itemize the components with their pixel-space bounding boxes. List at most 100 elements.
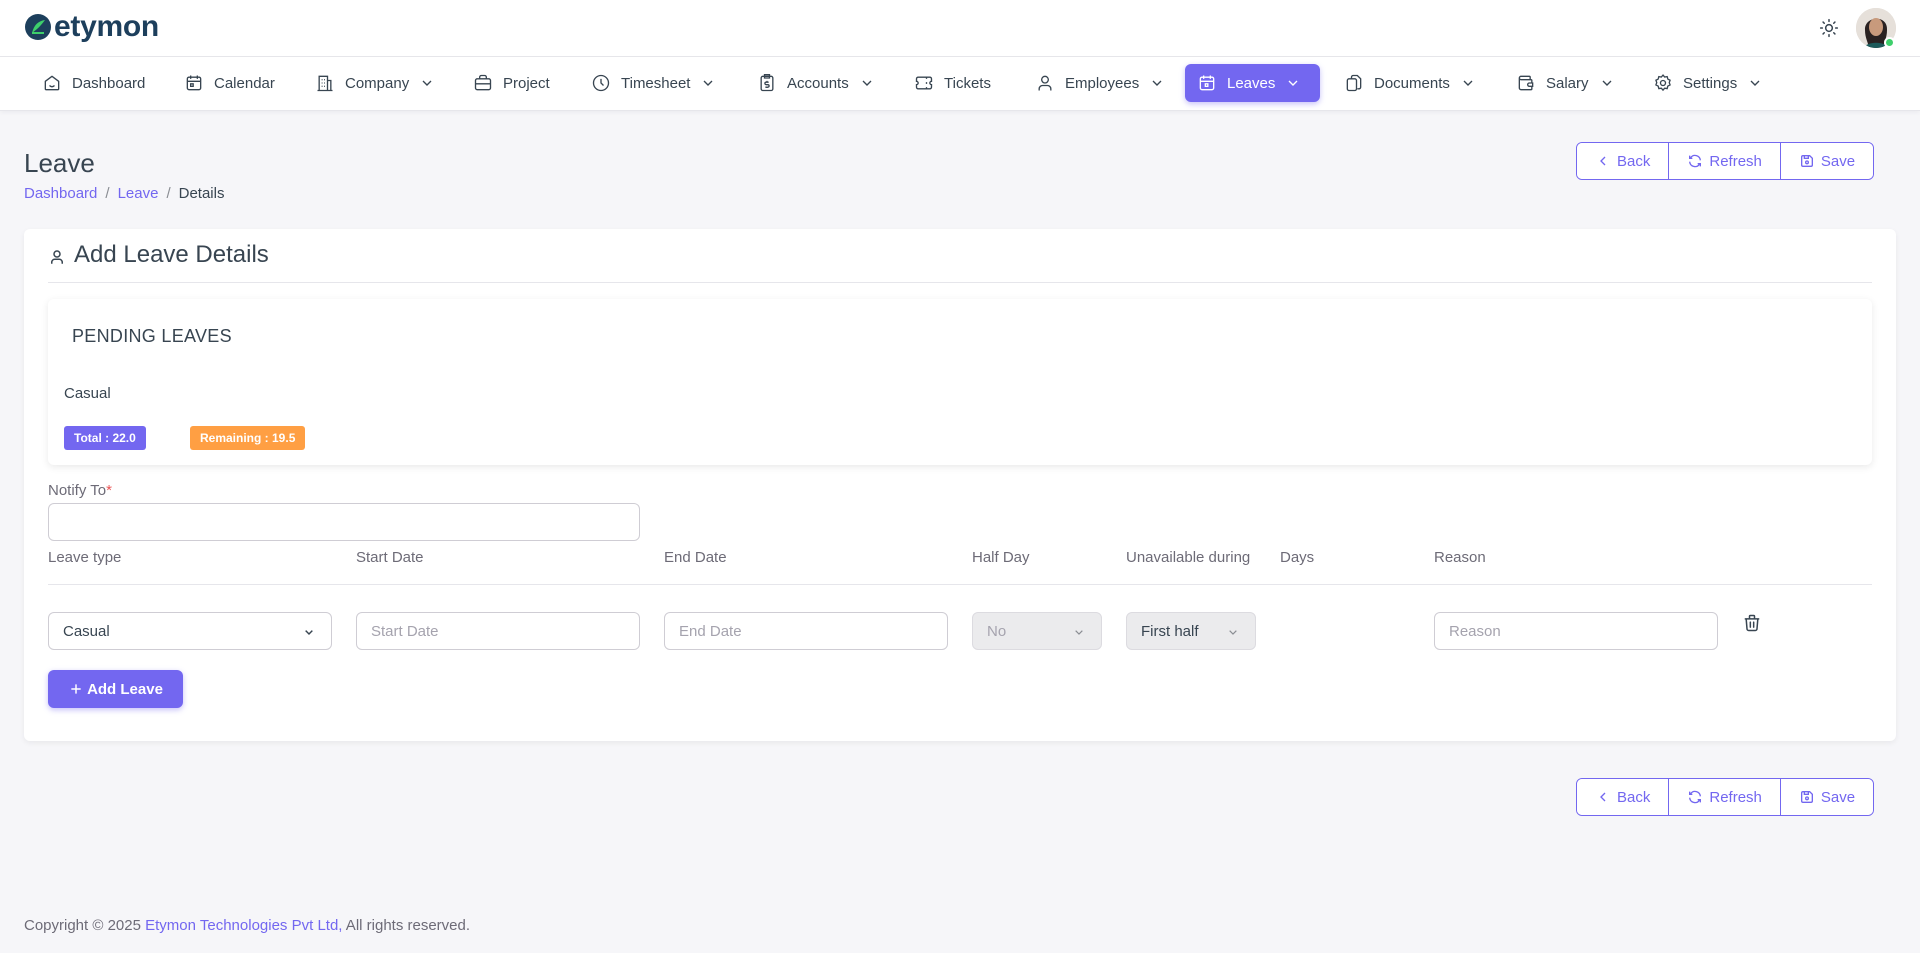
wallet-icon: [1518, 75, 1534, 91]
footer: Copyright © 2025 Etymon Technologies Pvt…: [24, 917, 470, 934]
refresh-button[interactable]: Refresh: [1669, 143, 1781, 179]
nav-label: Timesheet: [621, 74, 691, 92]
chevron-down-icon: [1602, 80, 1612, 86]
nav-item-dashboard[interactable]: Dashboard: [30, 64, 157, 102]
required-mark: *: [106, 482, 112, 499]
logo-icon: [25, 14, 51, 40]
footer-prefix: Copyright © 2025: [24, 917, 146, 934]
nav-item-settings[interactable]: Settings: [1641, 64, 1775, 102]
unavailable-during-value: First half: [1141, 622, 1199, 640]
nav-item-timesheet[interactable]: Timesheet: [579, 64, 728, 102]
notify-to-input[interactable]: [48, 503, 640, 541]
chevron-down-icon: [862, 80, 872, 86]
nav-item-salary[interactable]: Salary: [1504, 64, 1627, 102]
chevron-down-icon: [1075, 630, 1083, 635]
divider: [48, 584, 1872, 585]
online-status-indicator: [1884, 37, 1895, 48]
reason-placeholder: Reason: [1449, 622, 1501, 640]
breadcrumb-separator: /: [105, 185, 110, 202]
chevron-down-icon: [305, 630, 313, 636]
plus-icon: [71, 684, 81, 694]
nav-label: Dashboard: [72, 74, 146, 92]
chevron-down-icon: [704, 80, 713, 86]
save-label: Save: [1820, 152, 1856, 170]
nav-label: Company: [345, 74, 410, 92]
back-button[interactable]: Back: [1577, 779, 1670, 815]
nav-item-documents[interactable]: Documents: [1332, 64, 1488, 102]
end-date-input[interactable]: End Date: [664, 612, 948, 650]
nav-label: Accounts: [787, 74, 849, 92]
refresh-icon: [1689, 790, 1702, 804]
leave-details-card: Add Leave Details PENDING LEAVES Casual …: [24, 229, 1896, 741]
footer-suffix: All rights reserved.: [342, 917, 471, 934]
nav-item-calendar[interactable]: Calendar: [172, 64, 287, 102]
column-header-start-date: Start Date: [356, 549, 424, 566]
back-label: Back: [1617, 152, 1651, 170]
unavailable-during-select[interactable]: First half: [1126, 612, 1256, 650]
breadcrumb-dashboard-link[interactable]: Dashboard: [24, 185, 97, 202]
column-header-unavailable-during: Unavailable during: [1126, 549, 1251, 566]
remaining-badge: Remaining : 19.5: [190, 426, 306, 450]
breadcrumb-leave-link[interactable]: Leave: [118, 185, 159, 202]
nav-item-employees[interactable]: Employees: [1023, 64, 1177, 102]
device-floppy-icon: [1800, 791, 1813, 803]
breadcrumb-separator: /: [166, 185, 171, 202]
calendar-event-icon: [186, 75, 202, 91]
column-header-days: Days: [1280, 549, 1315, 566]
trash-icon[interactable]: [1742, 613, 1762, 633]
breadcrumb: Dashboard / Leave / Details: [24, 185, 224, 202]
leave-type-select[interactable]: Casual: [48, 612, 332, 650]
chevron-down-icon: [1152, 80, 1162, 86]
page-title: Leave: [24, 148, 95, 178]
chevron-down-icon: [1288, 80, 1298, 86]
nav-label: Leaves: [1227, 74, 1276, 92]
ticket-icon: [915, 76, 933, 90]
chevron-left-icon: [1600, 156, 1606, 166]
start-date-input[interactable]: Start Date: [356, 612, 640, 650]
save-label: Save: [1820, 788, 1856, 806]
leave-type-name: Casual: [64, 385, 111, 402]
pending-leaves-panel: PENDING LEAVES Casual Total : 22.0 Remai…: [48, 299, 1872, 465]
nav-item-company[interactable]: Company: [303, 64, 447, 102]
chevron-down-icon: [1750, 80, 1760, 86]
nav-item-accounts[interactable]: Accounts: [745, 64, 887, 102]
logo[interactable]: etymon: [24, 12, 159, 42]
nav-item-project[interactable]: Project: [461, 64, 562, 102]
back-button[interactable]: Back: [1577, 143, 1670, 179]
company-link[interactable]: Etymon Technologies Pvt Ltd,: [145, 917, 342, 934]
reason-input[interactable]: Reason: [1434, 612, 1718, 650]
notify-to-label-text: Notify To: [48, 482, 107, 499]
refresh-button[interactable]: Refresh: [1669, 779, 1781, 815]
theme-toggle-button[interactable]: [1817, 16, 1841, 40]
add-leave-button[interactable]: Add Leave: [48, 670, 183, 708]
chevron-down-icon: [1463, 80, 1473, 86]
column-header-end-date: End Date: [664, 549, 727, 566]
half-day-value: No: [987, 622, 1007, 640]
chevron-left-icon: [1600, 792, 1606, 802]
main-nav: Dashboard Calendar Company Project Times…: [0, 57, 1920, 111]
top-action-buttons: Back Refresh Save: [1576, 142, 1875, 180]
half-day-select[interactable]: No: [972, 612, 1102, 650]
leave-type-value: Casual: [63, 622, 110, 640]
refresh-icon: [1689, 154, 1702, 168]
add-leave-label: Add Leave: [87, 680, 163, 698]
refresh-label: Refresh: [1709, 152, 1762, 170]
chevron-down-icon: [1229, 630, 1237, 635]
nav-item-leaves[interactable]: Leaves: [1185, 64, 1320, 102]
back-label: Back: [1617, 788, 1651, 806]
card-title: Add Leave Details: [48, 229, 269, 281]
divider: [48, 282, 1872, 283]
report-money-icon: [760, 74, 774, 92]
user-icon: [51, 250, 63, 264]
building-icon: [317, 75, 333, 92]
save-button[interactable]: Save: [1780, 143, 1874, 179]
nav-item-tickets[interactable]: Tickets: [902, 64, 1003, 102]
save-button[interactable]: Save: [1780, 779, 1874, 815]
nav-label: Employees: [1065, 74, 1140, 92]
total-badge: Total : 22.0: [64, 426, 146, 450]
nav-label: Settings: [1683, 74, 1738, 92]
chevron-down-icon: [422, 80, 432, 86]
clock-icon: [592, 74, 610, 92]
settings-icon: [1655, 74, 1671, 92]
files-icon: [1346, 74, 1362, 92]
